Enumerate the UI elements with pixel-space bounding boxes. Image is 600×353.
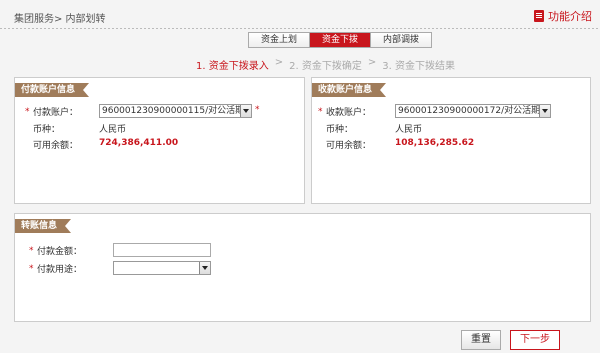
- tab-funds-up[interactable]: 资金上划: [249, 33, 311, 47]
- transfer-panel-title: 转账信息: [15, 219, 71, 233]
- payer-account-value: 960001230900000115/对公活期/阿里: [102, 106, 252, 116]
- chevron-down-icon[interactable]: [240, 105, 251, 117]
- next-button[interactable]: 下一步: [510, 330, 560, 350]
- payee-balance-value: 108,136,285.62: [395, 138, 475, 148]
- step-2: 2. 资金下拨确定: [289, 61, 362, 72]
- step-indicator: 1. 资金下拨录入 > 2. 资金下拨确定 > 3. 资金下拨结果: [196, 57, 455, 72]
- payee-currency-label: 币种：: [326, 125, 354, 135]
- amount-label: 付款金额：: [37, 247, 83, 257]
- step-3: 3. 资金下拨结果: [382, 61, 455, 72]
- payer-panel-title: 付款账户信息: [15, 83, 89, 97]
- payer-currency-row: 币种：: [33, 122, 60, 135]
- intro-link[interactable]: 功能介绍: [534, 8, 592, 24]
- required-mark: *: [318, 106, 323, 117]
- required-mark: *: [25, 106, 30, 117]
- divider: [0, 28, 600, 29]
- tab-bar: 资金上划 资金下拨 内部调拨: [248, 32, 433, 48]
- payer-account-select[interactable]: 960001230900000115/对公活期/阿里: [99, 104, 252, 118]
- chevron-down-icon[interactable]: [539, 105, 550, 117]
- step-1: 1. 资金下拨录入: [196, 61, 269, 72]
- payer-balance-value: 724,386,411.00: [99, 138, 179, 148]
- step-separator: >: [367, 57, 377, 68]
- payee-balance-row: 可用余额：: [326, 138, 371, 151]
- payee-currency-value: 人民币: [395, 125, 423, 135]
- payee-balance-label: 可用余额：: [326, 141, 372, 151]
- purpose-row: * 付款用途：: [29, 262, 83, 276]
- payee-account-row: * 收款账户：: [318, 105, 372, 119]
- required-mark: *: [29, 245, 34, 256]
- required-mark: *: [255, 105, 260, 115]
- payer-account-row: * 付款账户：: [25, 105, 79, 119]
- reset-button[interactable]: 重置: [461, 330, 501, 350]
- transfer-panel: 转账信息 * 付款金额： * 付款用途：: [14, 213, 591, 322]
- payer-currency-label: 币种：: [33, 125, 61, 135]
- payee-account-label: 收款账户：: [326, 108, 372, 118]
- step-separator: >: [274, 57, 284, 68]
- payee-account-value: 960001230900000172/对公活期/好析: [398, 106, 551, 116]
- document-icon: [534, 10, 544, 22]
- purpose-select[interactable]: [113, 261, 211, 275]
- tab-funds-down[interactable]: 资金下拨: [310, 33, 372, 47]
- payer-account-label: 付款账户：: [33, 108, 79, 118]
- payer-currency-value: 人民币: [99, 125, 127, 135]
- payee-account-select[interactable]: 960001230900000172/对公活期/好析: [395, 104, 551, 118]
- tab-internal-transfer[interactable]: 内部调拨: [371, 33, 432, 47]
- breadcrumb: 集团服务> 内部划转: [14, 14, 106, 25]
- payee-currency-row: 币种：: [326, 122, 353, 135]
- purpose-label: 付款用途：: [37, 265, 83, 275]
- amount-input[interactable]: [113, 243, 211, 257]
- top-bar: 集团服务> 内部划转 功能介绍: [0, 0, 600, 28]
- payer-balance-row: 可用余额：: [33, 138, 78, 151]
- intro-label: 功能介绍: [548, 10, 592, 23]
- payer-balance-label: 可用余额：: [33, 141, 79, 151]
- payer-panel: 付款账户信息 * 付款账户： 960001230900000115/对公活期/阿…: [14, 77, 305, 204]
- payee-panel: 收款账户信息 * 收款账户： 960001230900000172/对公活期/好…: [311, 77, 591, 204]
- amount-row: * 付款金额：: [29, 244, 83, 258]
- required-mark: *: [29, 263, 34, 274]
- payee-panel-title: 收款账户信息: [312, 83, 386, 97]
- chevron-down-icon[interactable]: [199, 262, 210, 274]
